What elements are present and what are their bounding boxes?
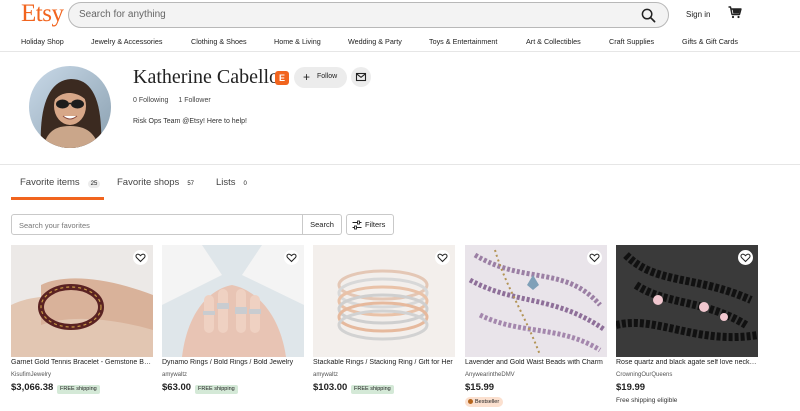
category-wedding[interactable]: Wedding & Party (348, 37, 402, 46)
tab-label: Favorite shops (117, 177, 180, 188)
filters-icon (352, 220, 362, 230)
product-image[interactable] (616, 245, 758, 357)
shop-name[interactable]: amywaltz (313, 372, 338, 378)
bestseller-label: Bestseller (475, 399, 500, 405)
free-shipping-badge: FREE shipping (351, 385, 394, 394)
tab-count: 0 (243, 181, 247, 187)
search-bar[interactable]: Search for anything (68, 2, 669, 28)
top-header: Etsy Search for anything Sign in (0, 0, 800, 30)
product-title[interactable]: Dynamo Rings / Bold Rings / Bold Jewelry (162, 359, 304, 366)
message-button[interactable] (351, 67, 371, 87)
profile-photo (29, 66, 111, 148)
etsy-staff-badge: E (275, 71, 289, 85)
product-title[interactable]: Stackable Rings / Stacking Ring / Gift f… (313, 359, 455, 366)
category-clothing[interactable]: Clothing & Shoes (191, 37, 247, 46)
product-price: $103.00 (313, 382, 348, 393)
product-card[interactable]: Lavender and Gold Waist Beads with Charm… (465, 245, 607, 411)
section-divider (0, 164, 800, 165)
cart-icon[interactable] (728, 6, 742, 19)
product-price: $3,066.38 (11, 382, 54, 393)
shipping-note: Free shipping eligible (616, 397, 678, 404)
category-nav: Holiday Shop Jewelry & Accessories Cloth… (0, 34, 800, 52)
bestseller-badge: Bestseller (465, 397, 504, 407)
active-tab-indicator (11, 197, 104, 200)
product-card[interactable]: Dynamo Rings / Bold Rings / Bold Jewelry… (162, 245, 304, 411)
search-input[interactable]: Search for anything (79, 9, 166, 20)
tab-favorite-shops[interactable]: Favorite shops 57 (117, 177, 194, 188)
product-card[interactable]: Rose quartz and black agate self love ne… (616, 245, 758, 411)
avatar (29, 66, 111, 148)
product-image[interactable] (162, 245, 304, 357)
sign-in-link[interactable]: Sign in (686, 10, 710, 19)
category-toys[interactable]: Toys & Entertainment (429, 37, 497, 46)
category-holiday-shop[interactable]: Holiday Shop (21, 37, 64, 46)
favorite-heart-icon[interactable] (587, 250, 602, 265)
category-art[interactable]: Art & Collectibles (526, 37, 581, 46)
filters-button[interactable]: Filters (346, 214, 394, 235)
product-title[interactable]: Rose quartz and black agate self love ne… (616, 359, 758, 366)
favorites-search-button[interactable]: Search (303, 214, 342, 235)
shop-name[interactable]: AnywearintheDMV (465, 372, 515, 378)
tab-count: 25 (87, 180, 101, 188)
free-shipping-badge: FREE shipping (57, 385, 100, 394)
envelope-icon (355, 72, 367, 82)
follow-button[interactable]: + Follow (294, 67, 347, 88)
profile-bio: Risk Ops Team @Etsy! Here to help! (133, 118, 247, 125)
favorites-search-placeholder: Search your favorites (19, 221, 90, 230)
followers-count[interactable]: 1 Follower (178, 97, 210, 104)
product-price: $19.99 (616, 382, 646, 393)
product-title[interactable]: Lavender and Gold Waist Beads with Charm (465, 359, 607, 366)
favorite-heart-icon[interactable] (435, 250, 450, 265)
product-image[interactable] (465, 245, 607, 357)
follow-label: Follow (317, 73, 338, 80)
free-shipping-badge: FREE shipping (195, 385, 238, 394)
product-card[interactable]: Garnet Gold Tennis Bracelet - Gemstone B… (11, 245, 153, 411)
search-icon[interactable] (641, 8, 656, 23)
etsy-logo[interactable]: Etsy (21, 0, 64, 28)
favorite-heart-icon[interactable] (133, 250, 148, 265)
category-craft[interactable]: Craft Supplies (609, 37, 654, 46)
medal-icon (468, 399, 473, 405)
tab-count: 57 (187, 181, 194, 187)
category-gifts[interactable]: Gifts & Gift Cards (682, 37, 738, 46)
tab-label: Favorite items (20, 177, 80, 188)
plus-icon: + (303, 70, 311, 84)
tab-lists[interactable]: Lists 0 (216, 177, 247, 188)
favorite-heart-icon[interactable] (284, 250, 299, 265)
category-home-living[interactable]: Home & Living (274, 37, 321, 46)
product-title[interactable]: Garnet Gold Tennis Bracelet - Gemstone B… (11, 359, 153, 366)
favorites-search-field[interactable]: Search your favorites (11, 214, 303, 235)
shop-name[interactable]: amywaltz (162, 372, 187, 378)
shop-name[interactable]: KisufimJewelry (11, 372, 51, 378)
tab-favorite-items[interactable]: Favorite items 25 (20, 177, 101, 188)
product-image[interactable] (313, 245, 455, 357)
shop-name[interactable]: CrowningOurQueens (616, 372, 672, 378)
profile-name: Katherine Cabello (133, 66, 280, 88)
product-image[interactable] (11, 245, 153, 357)
following-count[interactable]: 0 Following (133, 97, 168, 104)
category-jewelry[interactable]: Jewelry & Accessories (91, 37, 163, 46)
favorite-heart-icon[interactable] (738, 250, 753, 265)
tab-label: Lists (216, 177, 236, 188)
product-price: $63.00 (162, 382, 192, 393)
follow-stats: 0 Following 1 Follower (133, 97, 219, 104)
filters-label: Filters (365, 220, 386, 229)
product-price: $15.99 (465, 382, 495, 393)
product-card[interactable]: Stackable Rings / Stacking Ring / Gift f… (313, 245, 455, 411)
